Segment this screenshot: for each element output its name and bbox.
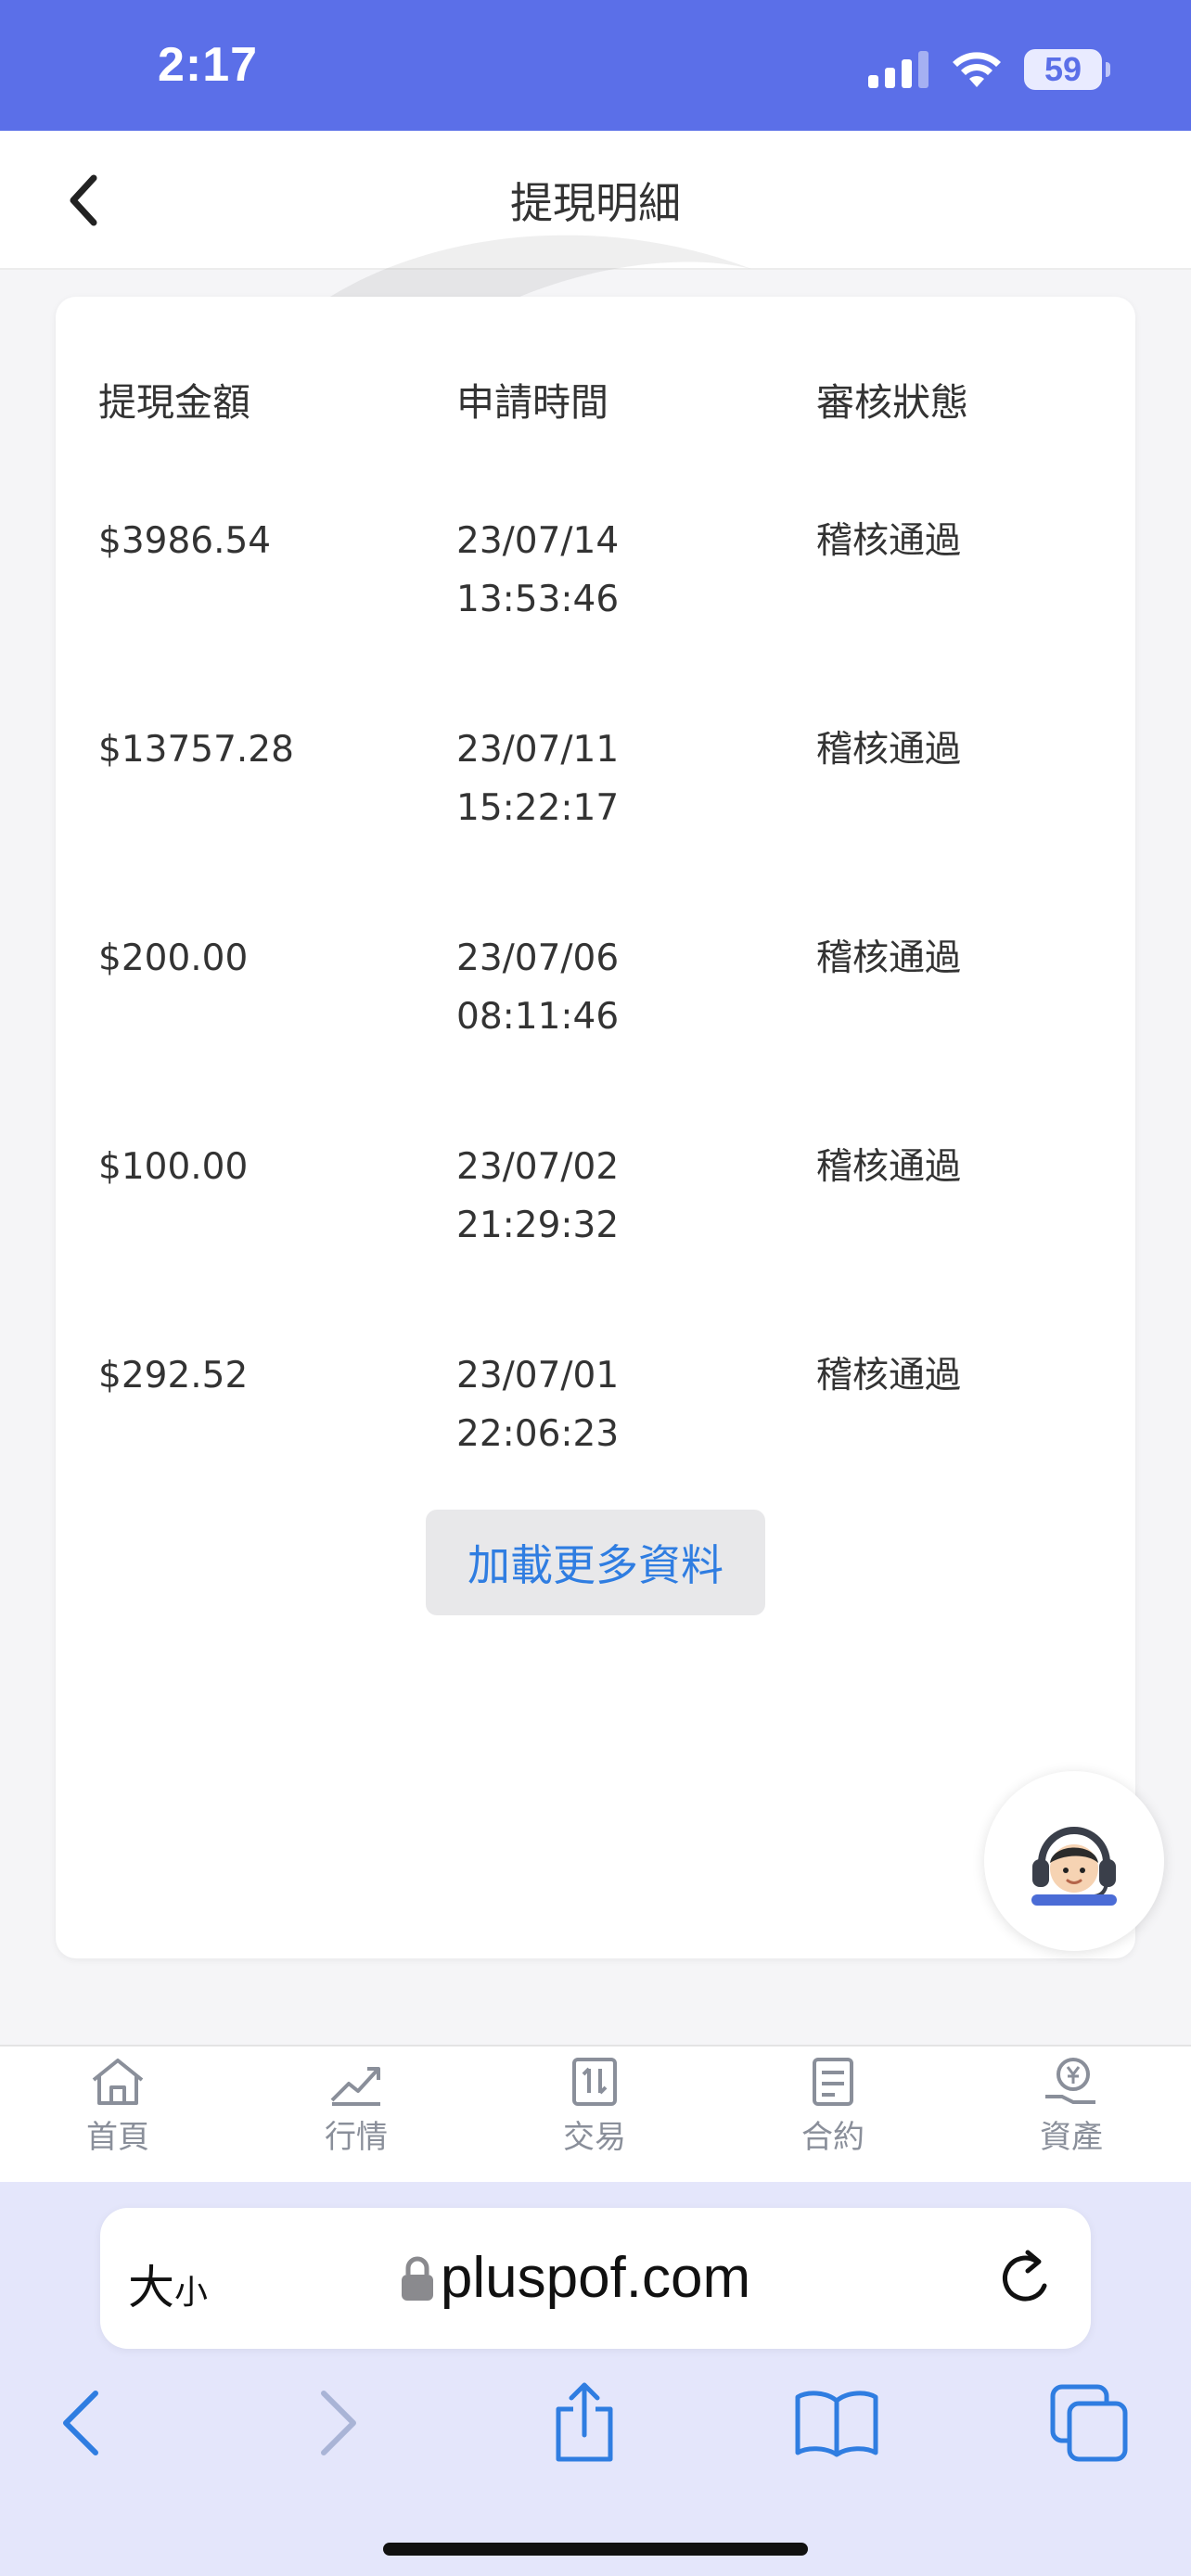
chart-icon [330,2067,380,2106]
wifi-icon [953,52,1001,87]
reload-icon[interactable] [998,2247,1057,2310]
status-cell: 稽核通過 [816,1146,962,1188]
status-cell: 稽核通過 [816,1355,962,1396]
tab-label: 資產 [1040,2119,1103,2156]
customer-support-button[interactable] [984,1771,1164,1951]
amount-cell: $292.52 [98,1355,249,1396]
tab-contract[interactable]: 合約 [759,2056,907,2157]
time-cell: 23/07/01 22:06:23 [456,1355,620,1455]
status-time: 2:17 [158,38,259,92]
browser-toolbar: 大小 pluspof.com [0,2182,1191,2576]
tab-label: 合約 [801,2119,864,2156]
signal-icon [868,51,928,88]
status-cell: 稽核通過 [816,729,962,771]
amount-cell: $200.00 [98,937,249,979]
browser-forward-button[interactable] [293,2377,386,2469]
bookmarks-button[interactable] [790,2377,883,2469]
amount-cell: $100.00 [98,1146,249,1188]
url-text: pluspof.com [440,2246,751,2310]
time-cell: 23/07/02 21:29:32 [456,1146,620,1246]
contract-icon [813,2058,853,2106]
home-icon [92,2059,144,2105]
status-icons: 59 [868,46,1110,93]
status-cell: 稽核通過 [816,937,962,979]
trade-icon [572,2058,617,2106]
load-more-button[interactable]: 加載更多資料 [426,1510,765,1615]
tab-assets[interactable]: 資產 [997,2056,1146,2157]
status-cell: 稽核通過 [816,520,962,562]
chevron-right-icon [321,2391,356,2455]
amount-cell: $13757.28 [98,729,294,771]
tabs-button[interactable] [1043,2377,1135,2469]
column-header-amount: 提現金額 [98,380,250,425]
home-indicator [383,2543,808,2556]
tab-market[interactable]: 行情 [282,2056,430,2157]
assets-icon [1045,2058,1095,2104]
time-cell: 23/07/06 08:11:46 [456,937,620,1038]
browser-back-button[interactable] [33,2377,126,2469]
support-agent-icon [1031,1827,1117,1906]
tab-label: 首頁 [86,2119,149,2156]
battery-indicator: 59 [1024,49,1110,90]
withdrawal-card: 提現金額 申請時間 審核狀態 $3986.54 23/07/14 13:53:46… [56,297,1135,1958]
tabs-icon [1050,2384,1128,2462]
amount-cell: $3986.54 [98,520,272,562]
tab-label: 交易 [563,2119,626,2156]
tab-home[interactable]: 首頁 [44,2056,192,2157]
tab-label: 行情 [325,2119,388,2156]
share-icon [556,2382,613,2462]
share-button[interactable] [538,2377,631,2469]
column-header-status: 審核狀態 [816,380,968,425]
book-icon [795,2391,878,2457]
status-bar: 2:17 59 [0,0,1191,131]
bottom-tab-bar: 首頁 行情 交易 合約 資產 [0,2045,1191,2184]
time-cell: 23/07/14 13:53:46 [456,520,620,620]
tab-trade[interactable]: 交易 [520,2056,669,2157]
address-bar[interactable]: 大小 pluspof.com [100,2208,1091,2349]
column-header-time: 申請時間 [456,380,608,425]
time-cell: 23/07/11 15:22:17 [456,729,620,829]
chevron-left-icon [63,2391,98,2455]
